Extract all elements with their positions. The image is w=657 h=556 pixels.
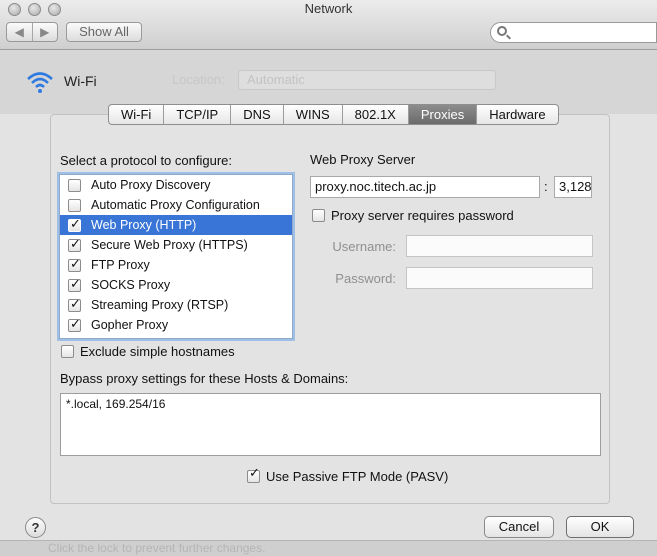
checkbox[interactable] [68,295,81,315]
tab-hardware[interactable]: Hardware [477,105,557,124]
passive-ftp-row[interactable]: Use Passive FTP Mode (PASV) [247,466,449,484]
tab-proxies[interactable]: Proxies [408,105,478,124]
checkbox[interactable] [247,466,260,483]
exclude-hostnames-row[interactable]: Exclude simple hostnames [61,344,235,359]
protocol-item[interactable]: Automatic Proxy Configuration [60,195,292,215]
checkbox[interactable] [68,255,81,275]
tab-wins[interactable]: WINS [284,105,343,124]
tab-bar: Wi-Fi TCP/IP DNS WINS 802.1X Proxies Har… [108,104,559,125]
checkbox[interactable] [61,345,74,358]
exclude-hostnames-label: Exclude simple hostnames [80,344,235,359]
protocol-label: Secure Web Proxy (HTTPS) [91,238,248,252]
help-button[interactable]: ? [25,517,46,538]
protocol-list-heading: Select a protocol to configure: [60,153,232,168]
ok-button[interactable]: OK [566,516,634,538]
lock-footer-text: Click the lock to prevent further change… [48,541,266,555]
proxy-host-input[interactable]: proxy.noc.titech.ac.jp [310,176,540,198]
port-separator: : [544,179,548,194]
location-label: Location: [172,72,225,87]
forward-arrow-icon[interactable]: ▶ [33,23,58,41]
checkbox[interactable] [68,178,81,192]
tab-dns[interactable]: DNS [231,105,284,124]
checkbox[interactable] [68,198,81,212]
location-select: Automatic [238,70,496,90]
checkbox[interactable] [68,275,81,295]
bypass-heading: Bypass proxy settings for these Hosts & … [60,371,349,386]
show-all-button[interactable]: Show All [66,22,142,42]
search-icon [497,26,507,36]
requires-password-label: Proxy server requires password [331,208,514,223]
protocol-label: Web Proxy (HTTP) [91,218,197,232]
protocol-label: Auto Proxy Discovery [91,178,211,192]
lock-footer: Click the lock to prevent further change… [0,540,657,556]
username-field[interactable] [406,235,593,257]
passive-ftp-label: Use Passive FTP Mode (PASV) [266,469,449,484]
password-field[interactable] [406,267,593,289]
protocol-item[interactable]: Streaming Proxy (RTSP) [60,295,292,315]
password-label: Password: [335,271,396,286]
tab-8021x[interactable]: 802.1X [343,105,409,124]
network-name: Wi-Fi [64,73,97,89]
protocol-label: FTP Proxy [91,258,150,272]
checkbox[interactable] [68,315,81,335]
protocol-list[interactable]: Auto Proxy Discovery Automatic Proxy Con… [59,174,293,339]
tab-wifi[interactable]: Wi-Fi [109,105,165,124]
protocol-label: Streaming Proxy (RTSP) [91,298,229,312]
back-arrow-icon[interactable]: ◀ [7,23,33,41]
search-field[interactable] [490,22,657,43]
protocol-label: SOCKS Proxy [91,278,171,292]
protocol-item[interactable]: Gopher Proxy [60,315,292,335]
protocol-item[interactable]: SOCKS Proxy [60,275,292,295]
cancel-button[interactable]: Cancel [484,516,554,538]
protocol-label: Automatic Proxy Configuration [91,198,260,212]
wifi-icon [27,72,53,93]
checkbox[interactable] [68,235,81,255]
protocol-item-selected[interactable]: Web Proxy (HTTP) [60,215,292,235]
checkbox[interactable] [312,209,325,222]
protocol-item[interactable]: FTP Proxy [60,255,292,275]
proxy-port-input[interactable]: 3,128 [554,176,592,198]
checkbox[interactable] [68,215,81,235]
proxy-server-heading: Web Proxy Server [310,152,416,167]
requires-password-row[interactable]: Proxy server requires password [312,208,514,223]
window-title: Network [304,1,353,16]
username-label: Username: [332,239,396,254]
protocol-item[interactable]: Secure Web Proxy (HTTPS) [60,235,292,255]
bypass-textarea[interactable]: *.local, 169.254/16 [60,393,601,456]
back-forward-control: ◀ ▶ [6,22,58,42]
protocol-label: Gopher Proxy [91,318,169,332]
tab-tcpip[interactable]: TCP/IP [164,105,232,124]
window-titlebar: Network ◀ ▶ Show All [0,0,657,50]
protocol-item[interactable]: Auto Proxy Discovery [60,175,292,195]
